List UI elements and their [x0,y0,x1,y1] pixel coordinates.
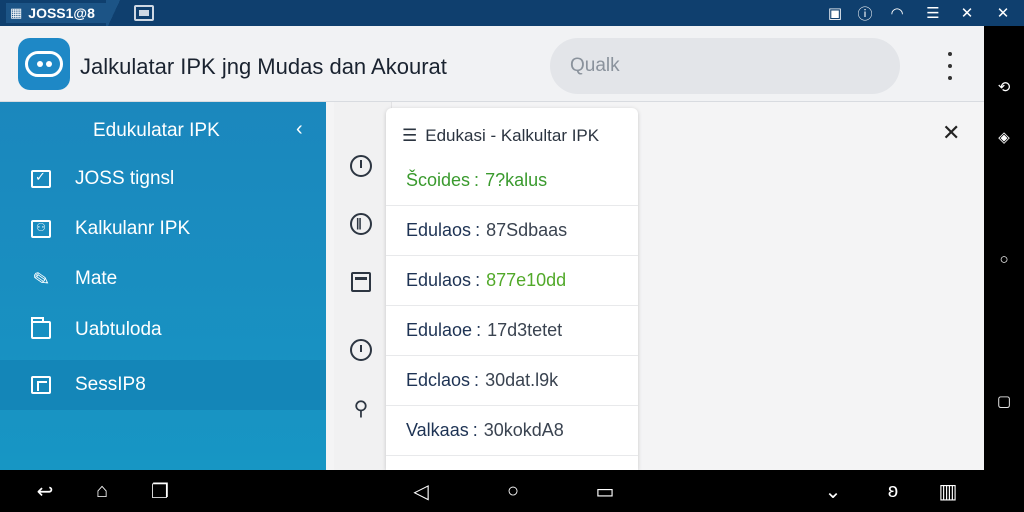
calculator-icon [30,218,52,240]
result-panel: ☰ Edukasi - Kalkultar IPK Šcoides : 7?ka… [386,108,638,470]
rotate-icon[interactable]: ⟲ [995,78,1013,96]
wifi-icon: ◠ [890,5,904,22]
close-icon[interactable]: ✕ [954,0,980,26]
row-key: Šcoides [406,170,471,190]
hamburger-icon[interactable]: ☰ [402,126,417,146]
clock-icon[interactable] [349,154,373,178]
list-item[interactable]: Edclaos : 30dat.l9k [386,356,638,406]
list-item[interactable]: Šcoides : 7?kalus [386,156,638,206]
row-key: Edclaos [406,370,471,390]
sidebar-item-uabtuloda[interactable]: Uabtuloda [0,305,326,355]
row-separator: : [474,170,480,190]
tablet-icon [30,374,52,396]
app-logo[interactable] [18,38,70,90]
window-titlebar: ▦ JOSS1@8 ▣ ⓘ ◠ ☰ ✕ ✕ [0,0,1024,26]
search-input[interactable]: Qualk [550,38,900,94]
pencil-icon: ✎ [30,267,52,292]
row-key: Edulaoe [406,320,473,340]
chart-icon[interactable] [349,212,373,236]
overview-icon[interactable]: ▭ [592,479,618,503]
chevron-down-icon[interactable]: ⌄ [820,479,846,503]
info-search-icon[interactable] [349,338,373,362]
panel-header: ☰ Edukasi - Kalkultar IPK [402,126,599,146]
row-value: 7?kalus [485,170,548,190]
image-icon[interactable] [134,5,154,21]
list-item[interactable]: Edulaos : 877e10dd [386,256,638,306]
app-icon: ▦ [10,5,23,20]
row-value: 87Sdbaas [486,220,568,240]
row-value: 30dat.l9k [485,370,559,390]
checkbox-icon [30,168,52,190]
folder-icon [30,317,52,341]
sidebar-item-kalkulator[interactable]: Kalkulanr IPK [0,204,326,254]
page-title: Jalkulatar IPK jng Mudas dan Akourat [80,54,447,79]
more-options-icon[interactable] [938,52,962,80]
row-separator: : [476,320,482,340]
recents-icon[interactable]: ❐ [146,479,174,503]
window-icon[interactable] [349,270,373,294]
sidebar-item-label: SessIP8 [75,374,146,395]
row-value: 877e10dd [486,270,567,290]
app-header: Jalkulatar IPK jng Mudas dan Akourat Qua… [0,26,984,102]
close-panel-icon[interactable]: ✕ [942,120,960,146]
info-icon[interactable]: ⓘ [852,0,878,26]
row-key: Valkaas [406,420,469,440]
back-arrow-icon[interactable]: ↩ [32,479,58,503]
sidebar-item-label: Kalkulanr IPK [75,218,191,239]
gallery-icon[interactable]: ▣ [822,0,848,26]
row-separator: : [472,420,478,440]
panel-title: Edukasi - Kalkultar IPK [425,126,600,145]
list-item[interactable]: Edulaoe : 17d3tetet [386,306,638,356]
sidebar-title: Edukulatar IPK [93,120,220,141]
home-circle-icon[interactable]: ○ [500,479,526,503]
row-value: 17d3tetet [487,320,563,340]
sidebar: Edukulatar IPK ‹ JOSS tignsl Kalkulanr I… [0,102,326,470]
tool-rail: ⚲ [334,102,392,470]
main-content: ⚲ ☰ Edukasi - Kalkultar IPK Šcoides : 7?… [326,102,984,470]
list-item[interactable]: Edulaos : 87Sdbaas [386,206,638,256]
app-title: JOSS1@8 [28,5,95,21]
row-key: Edulaos [406,270,472,290]
search-placeholder: Qualk [570,55,620,76]
row-separator: : [474,370,480,390]
sidebar-item-joss[interactable]: JOSS tignsl [0,154,326,204]
sidebar-item-mate[interactable]: ✎ Mate [0,254,326,304]
home-circle-icon[interactable]: ○ [995,250,1013,268]
row-separator: : [475,220,481,240]
screenshot-icon[interactable]: ▥ [934,479,962,503]
sidebar-item-label: Mate [75,268,118,289]
app-tab[interactable]: ▦ JOSS1@8 [6,3,119,23]
navigation-bar: ↩ ⌂ ❐ ◁ ○ ▭ ⌄ ʚ ▥ [0,470,1024,512]
close-window-icon[interactable]: ✕ [990,0,1016,26]
search-icon[interactable]: ⚲ [349,396,373,420]
square-icon[interactable]: ▢ [995,392,1013,410]
chevron-left-icon[interactable]: ‹ [296,118,303,141]
list-item[interactable]: Valkaas : 30kokdA8 [386,406,638,456]
menu-icon[interactable]: ☰ [920,0,946,26]
assistant-icon[interactable]: ʚ [880,479,906,503]
sidebar-item-label: Uabtuloda [75,319,162,340]
sidebar-item-sessip8[interactable]: SessIP8 [0,360,326,410]
back-icon[interactable]: ◁ [408,479,434,503]
tab-divider [106,0,122,26]
system-side-bar: ⟲ ◈ ○ ▢ [984,26,1024,470]
location-icon[interactable]: ◈ [995,128,1013,146]
row-value: 30kokdA8 [483,420,564,440]
row-separator: : [475,270,481,290]
logo-eyes-icon [25,51,63,77]
row-key: Edulaos [406,220,472,240]
home-icon[interactable]: ⌂ [88,479,116,503]
sidebar-item-label: JOSS tignsl [75,168,175,189]
